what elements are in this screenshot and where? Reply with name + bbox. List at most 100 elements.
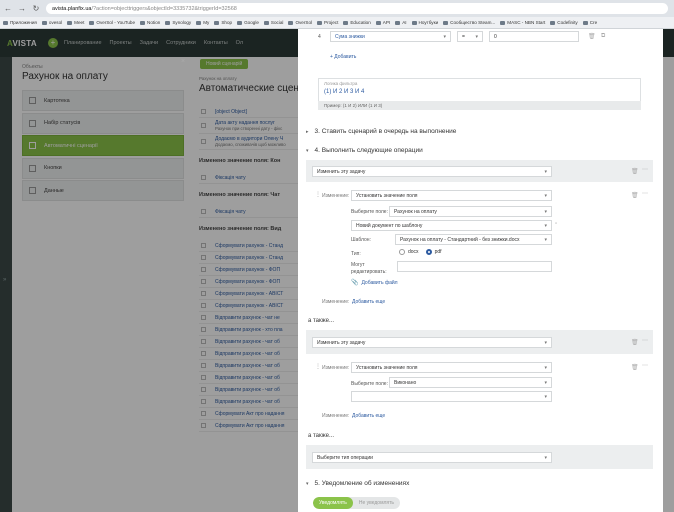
bookmark-item[interactable]: Google — [237, 20, 259, 25]
add-file-link[interactable]: Добавить файл — [361, 280, 397, 286]
more-icon[interactable]: ⋯ — [642, 190, 648, 197]
drag-handle-icon[interactable]: ⋮ — [315, 363, 321, 370]
folder-icon — [343, 20, 349, 25]
also-label-2: а также... — [308, 433, 334, 439]
section-4-header[interactable]: ▾ 4. Выполнить следующие операции — [306, 147, 423, 154]
filter-operator-select[interactable]: = — [457, 31, 483, 42]
folder-icon — [411, 20, 417, 25]
bookmark-item[interactable]: Ноутбуки — [411, 20, 438, 25]
reload-icon[interactable]: ↻ — [32, 4, 40, 13]
template-select[interactable]: Рахунок на оплату - Стандартний - без зн… — [395, 234, 552, 245]
bookmark-item[interactable]: Synology — [165, 20, 191, 25]
template-label: Шаблон: — [351, 237, 371, 243]
notify-off-option[interactable]: Не уведомлять — [353, 497, 400, 509]
type-label: Тип: — [351, 251, 361, 257]
bookmark-item[interactable]: My — [196, 20, 209, 25]
section-5-header[interactable]: ▾ 5. Уведомление об изменениях — [306, 480, 409, 487]
folder-icon — [317, 20, 323, 25]
delete-icon[interactable]: 🗑 — [631, 168, 639, 175]
bookmark-item[interactable]: AI — [395, 20, 407, 25]
bookmark-item[interactable]: Codefinity — [550, 20, 578, 25]
folder-icon — [443, 20, 449, 25]
folder-icon — [214, 20, 220, 25]
folder-icon — [41, 20, 47, 25]
radio-docx[interactable] — [399, 249, 405, 255]
bookmark-item[interactable]: Notion — [140, 20, 160, 25]
bookmark-item[interactable]: API — [375, 20, 390, 25]
choose-field-label-2: Выберите поле: — [351, 381, 388, 387]
operation-2-type-select[interactable]: Изменить эту задачу — [312, 337, 552, 348]
delete-icon[interactable]: 🗑 — [631, 364, 639, 371]
change-label-2: Изменение: — [322, 299, 350, 305]
add-file-row[interactable]: 📎 Добавить файл — [351, 279, 398, 287]
folder-icon — [550, 20, 556, 25]
operation-3-type-select[interactable]: Выберите тип операции — [312, 452, 552, 463]
delete-icon[interactable]: 🗑 — [631, 339, 639, 346]
add-more-link[interactable]: Добавить еще — [352, 299, 385, 305]
folder-icon — [582, 20, 588, 25]
change-label-3: Изменение: — [322, 365, 350, 371]
radio-pdf[interactable] — [425, 249, 432, 255]
add-filter-link[interactable]: + Добавить — [330, 54, 356, 60]
add-more-link-2[interactable]: Добавить еще — [352, 413, 385, 419]
folder-icon — [263, 20, 269, 25]
filter-value-input[interactable]: 0 — [489, 31, 579, 42]
folder-icon — [288, 20, 294, 25]
choose-field-select-2[interactable]: Виконано — [389, 377, 552, 388]
browser-toolbar: ← → ↻ avista.planfix.ua /?action=objectt… — [0, 0, 674, 17]
operation-1-type-select[interactable]: Изменить эту задачу — [312, 166, 552, 177]
bookmarks-bar: Приложения ovesol Meet OverSol - YouTube Not… — [0, 17, 674, 29]
notify-on-option[interactable]: Уведомлять — [313, 497, 353, 509]
change-label: Изменение: — [322, 193, 350, 199]
folder-icon — [395, 20, 401, 25]
more-icon[interactable]: ⋯ — [642, 337, 648, 344]
bookmark-item[interactable]: OverSol — [288, 20, 312, 25]
folder-icon — [375, 20, 381, 25]
bookmark-item[interactable]: ovesol — [41, 20, 62, 25]
change-action-select-2[interactable]: Установить значение поля — [351, 362, 552, 373]
close-icon[interactable]: × — [181, 58, 185, 65]
copy-icon[interactable]: ⧉ — [601, 33, 605, 40]
bookmark-item[interactable]: Social — [263, 20, 283, 25]
filter-field-select[interactable]: Сума знижки — [330, 31, 451, 42]
folder-icon — [165, 20, 171, 25]
back-icon[interactable]: ← — [4, 4, 12, 13]
delete-icon[interactable]: 🗑 — [631, 192, 639, 199]
change-action-select[interactable]: Установить значение поля — [351, 190, 552, 201]
url-path: /?action=objecttriggers&objectId=3335732… — [91, 5, 237, 12]
section-3-header[interactable]: ▸ 3. Ставить сценарий в очередь на выполн… — [306, 128, 456, 135]
forward-icon[interactable]: → — [18, 4, 26, 13]
address-bar[interactable]: avista.planfix.ua /?action=objecttrigger… — [46, 3, 668, 14]
bookmark-item[interactable]: Cre — [582, 20, 597, 25]
can-edit-input[interactable] — [397, 261, 552, 272]
bookmark-item[interactable]: Project — [317, 20, 338, 25]
choose-field-select[interactable]: Рахунок на оплату — [389, 206, 552, 217]
more-icon[interactable]: ⋯ — [642, 166, 648, 173]
gear-icon[interactable]: ▫ — [555, 221, 557, 227]
bookmark-item[interactable]: Shop — [214, 20, 232, 25]
folder-icon — [237, 20, 243, 25]
delete-icon[interactable]: 🗑 — [588, 33, 596, 40]
bookmark-item[interactable]: Education — [343, 20, 371, 25]
folder-icon — [196, 20, 202, 25]
bookmark-item[interactable]: Meet — [67, 20, 84, 25]
bookmark-item[interactable]: MASC - NBN Start — [500, 20, 545, 25]
bookmark-item[interactable]: Сообщество Steam... — [443, 20, 495, 25]
filter-logic-example: Пример: (1 И 2) ИЛИ (1 И 3) — [324, 103, 383, 108]
new-document-select[interactable]: Новий документ по шаблону — [351, 220, 552, 231]
choose-field-label: Выберите поле: — [351, 209, 388, 215]
chevron-right-icon: ▸ — [306, 128, 309, 135]
bookmark-item[interactable]: Приложения — [3, 20, 37, 25]
chevron-down-icon: ▾ — [306, 147, 309, 154]
also-label: а также... — [308, 318, 334, 324]
filter-logic-value[interactable]: (1) И 2 И 3 И 4 — [324, 89, 364, 95]
folder-icon — [89, 20, 95, 25]
bookmark-item[interactable]: OverSol - YouTube — [89, 20, 135, 25]
folder-icon — [140, 20, 146, 25]
drag-handle-icon[interactable]: ⋮ — [315, 191, 321, 198]
url-host: avista.planfix.ua — [52, 5, 92, 12]
folder-icon — [3, 20, 8, 25]
value-select[interactable] — [351, 391, 552, 402]
more-icon[interactable]: ⋯ — [642, 362, 648, 369]
notify-toggle[interactable]: Уведомлять Не уведомлять — [313, 497, 401, 509]
